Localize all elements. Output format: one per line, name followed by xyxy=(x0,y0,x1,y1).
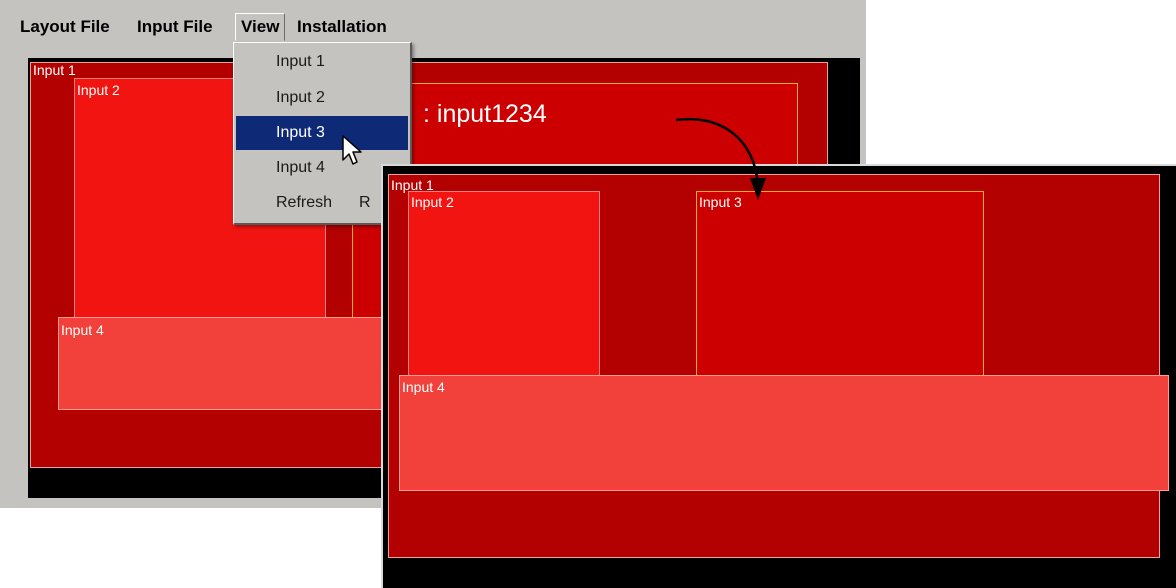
view-menu-item-input-2[interactable]: Input 2 xyxy=(236,81,408,115)
back-input3-caption: : input1234 xyxy=(423,100,547,128)
view-menu-item-label: Input 2 xyxy=(276,89,325,106)
front-input4-label: Input 4 xyxy=(402,379,445,395)
front-input3-region[interactable]: Input 3 xyxy=(696,191,984,385)
front-input2-label: Input 2 xyxy=(411,194,454,210)
front-input4-region[interactable]: Input 4 xyxy=(399,375,1169,491)
front-window: Input 1 Input 2 Input 3 Input 4 xyxy=(381,164,1176,588)
view-menu-item-shortcut: R xyxy=(359,194,371,211)
view-menu-item-input-1[interactable]: Input 1 xyxy=(236,45,408,79)
mouse-cursor-icon xyxy=(342,135,362,165)
menu-view[interactable]: View xyxy=(235,13,286,41)
view-menu-item-label: Input 4 xyxy=(276,159,325,176)
menubar: Layout File Input File View Installation xyxy=(0,8,866,44)
view-menu-item-label: Input 3 xyxy=(276,124,325,141)
view-menu-item-label: Input 1 xyxy=(276,53,325,70)
menu-layout-file[interactable]: Layout File xyxy=(20,17,110,37)
curved-arrow-icon xyxy=(675,117,766,200)
back-input4-region[interactable]: Input 4 xyxy=(58,317,400,410)
menu-installation[interactable]: Installation xyxy=(297,17,387,37)
back-input2-label: Input 2 xyxy=(77,82,120,98)
view-menu-item-input-3[interactable]: Input 3 xyxy=(236,116,408,150)
back-input4-label: Input 4 xyxy=(61,322,104,338)
menu-input-file[interactable]: Input File xyxy=(137,17,213,37)
view-menu-item-label: Refresh xyxy=(276,194,333,211)
front-input2-region[interactable]: Input 2 xyxy=(408,191,600,385)
back-input1-label: Input 1 xyxy=(33,62,76,78)
